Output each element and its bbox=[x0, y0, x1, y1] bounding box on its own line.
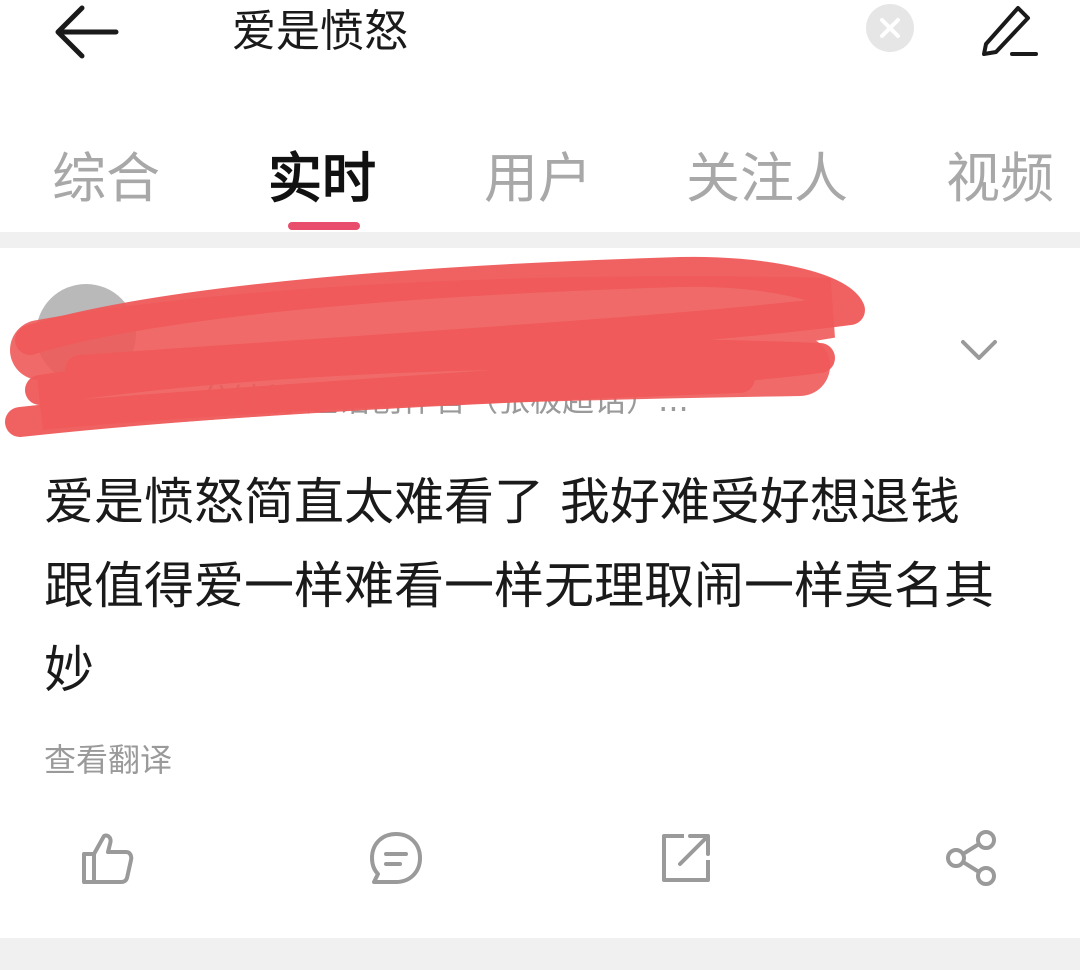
tab-comprehensive[interactable]: 综合 bbox=[52, 144, 160, 214]
active-tab-indicator bbox=[288, 222, 360, 230]
clear-search-button[interactable] bbox=[866, 4, 914, 52]
comment-button[interactable] bbox=[366, 828, 426, 888]
arrow-left-icon bbox=[55, 5, 119, 59]
share-icon bbox=[946, 830, 996, 886]
avatar[interactable] bbox=[36, 284, 136, 384]
post-menu-button[interactable] bbox=[955, 330, 1003, 370]
tab-videos[interactable]: 视频 bbox=[946, 144, 1054, 214]
top-bar: 爱是愤怒 bbox=[0, 0, 1080, 110]
close-icon bbox=[880, 18, 900, 38]
like-button[interactable] bbox=[78, 828, 138, 888]
post-body: 爱是愤怒简直太难看了 我好难受好想退钱 跟值得爱一样难看一样无理取闹一样莫名其妙 bbox=[44, 473, 994, 699]
search-tabs: 综合 实时 用户 关注人 视频 bbox=[0, 110, 1080, 232]
search-query[interactable]: 爱是愤怒 bbox=[232, 4, 408, 60]
section-divider bbox=[0, 232, 1080, 248]
tab-following[interactable]: 关注人 bbox=[686, 144, 848, 214]
tab-realtime[interactable]: 实时 bbox=[268, 144, 376, 214]
post-card[interactable]: 分钟前 超话创作官（张极超话）... 爱是愤怒简直太难看了 我好难受好想退钱 跟… bbox=[0, 248, 1080, 938]
bottom-divider bbox=[0, 938, 1080, 970]
edit-button[interactable] bbox=[974, 0, 1040, 62]
pencil-icon bbox=[982, 6, 1038, 56]
tab-users[interactable]: 用户 bbox=[484, 144, 592, 214]
post-meta: 分钟前 超话创作官（张极超话）... bbox=[200, 381, 689, 419]
back-button[interactable] bbox=[52, 2, 122, 62]
thumbs-up-icon bbox=[82, 833, 134, 884]
translate-link[interactable]: 查看翻译 bbox=[44, 736, 172, 784]
share-button[interactable] bbox=[942, 828, 1002, 888]
repost-icon bbox=[662, 834, 710, 882]
chevron-down-icon bbox=[961, 340, 997, 360]
repost-button[interactable] bbox=[656, 828, 716, 888]
comment-icon bbox=[370, 832, 422, 884]
